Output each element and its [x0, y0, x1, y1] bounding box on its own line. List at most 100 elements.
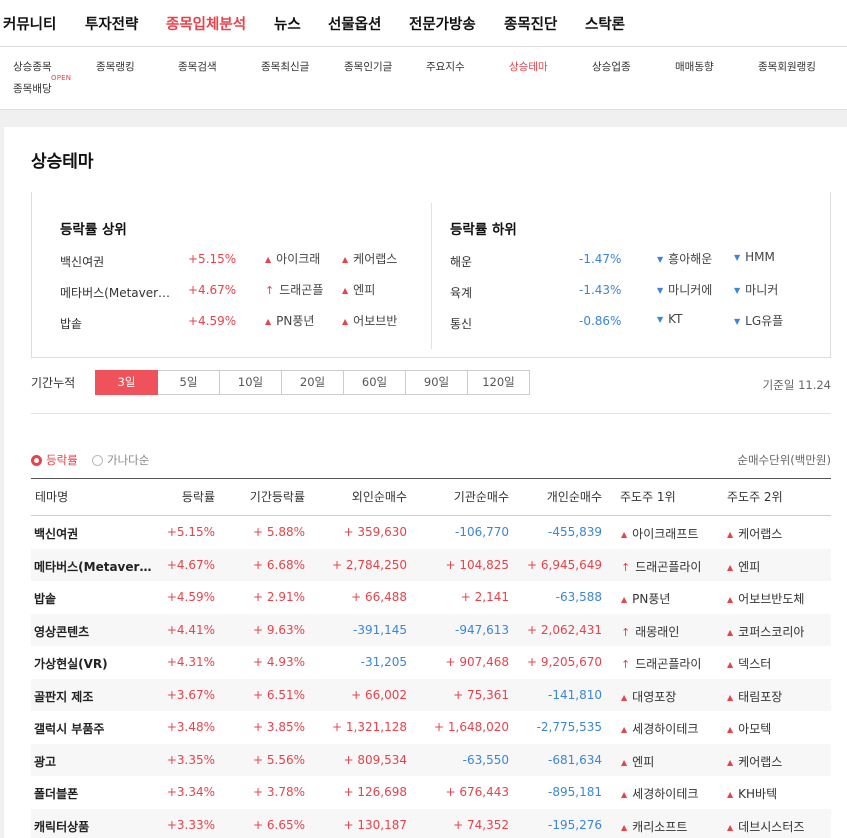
table-row[interactable]: 영상콘텐츠 +4.41% + 9.63% -391,145 -947,613 + 2,06… — [31, 613, 831, 646]
top-nav-strategy[interactable]: 투자전략 — [85, 13, 138, 34]
col-theme-name[interactable]: 테마명 — [35, 488, 68, 505]
sort-by-rate-radio[interactable]: 등락률 — [31, 452, 78, 468]
col-lead-2[interactable]: 주도주 2위 — [727, 488, 783, 505]
lead-stock-2[interactable]: ▲ KH바텍 — [727, 785, 777, 802]
period-20d-button[interactable]: 20일 — [281, 370, 344, 395]
sort-by-name-radio[interactable]: 가나다순 — [92, 452, 149, 468]
top-nav-stockloan[interactable]: 스탁론 — [585, 13, 625, 34]
theme-name[interactable]: 가상현실(VR) — [34, 655, 108, 672]
top-theme-stock-2[interactable]: ▲ 엔피 — [342, 281, 375, 298]
top-theme-name[interactable]: 밥솥 — [60, 315, 82, 332]
lead-stock-1[interactable]: ↑ 드래곤플라이 — [621, 655, 701, 672]
lead-stock-1[interactable]: ▲ 대영포장 — [621, 688, 676, 705]
lead-stock-1[interactable]: ▲ 세경하이테크 — [621, 720, 698, 737]
bottom-theme-stock-2[interactable]: ▼ LG유플 — [734, 312, 783, 329]
top-nav-stock-analysis[interactable]: 종목입체분석 — [166, 13, 246, 34]
theme-name[interactable]: 골판지 제조 — [34, 688, 93, 705]
period-90d-button[interactable]: 90일 — [405, 370, 468, 395]
bottom-theme-stock-1[interactable]: ▼ 흥아해운 — [657, 250, 712, 267]
theme-name[interactable]: 밥솥 — [34, 590, 56, 607]
theme-name[interactable]: 메타버스(Metaver… — [34, 558, 151, 575]
section-divider — [31, 413, 831, 414]
lead-stock-1[interactable]: ▲ 캐리소프트 — [621, 818, 687, 835]
lead-stock-1[interactable]: ▲ PN풍년 — [621, 590, 670, 607]
col-lead-1[interactable]: 주도주 1위 — [620, 488, 676, 505]
sub-nav-latest-posts[interactable]: 종목최신글 — [261, 59, 309, 74]
lead-stock-2[interactable]: ▲ 케어랩스 — [727, 753, 782, 770]
lead-stock-1[interactable]: ↑ 드래곤플라이 — [621, 558, 701, 575]
table-row[interactable]: 가상현실(VR) +4.31% + 4.93% -31,205 + 907,468 + 9… — [31, 646, 831, 678]
theme-name[interactable]: 캐릭터상품 — [34, 818, 89, 835]
top-theme-name[interactable]: 백신여권 — [60, 253, 104, 270]
sub-nav-rising-themes[interactable]: 상승테마 — [509, 59, 548, 74]
lead-stock-2[interactable]: ▲ 태림포장 — [727, 688, 782, 705]
sub-nav-search[interactable]: 종목검색 — [178, 59, 217, 74]
theme-name[interactable]: 갤럭시 부품주 — [34, 720, 104, 737]
top-nav-futures[interactable]: 선물옵션 — [328, 13, 381, 34]
period-60d-button[interactable]: 60일 — [343, 370, 406, 395]
top-nav: 커뮤니티 투자전략 종목입체분석 뉴스 선물옵션 전문가방송 종목진단 스탁론 — [0, 0, 847, 47]
lead-stock-1[interactable]: ▲ 엔피 — [621, 753, 654, 770]
top-theme-stock-1[interactable]: ▲ 아이크래 — [265, 250, 320, 267]
individual-net-cell: -455,839 — [548, 525, 602, 539]
sub-nav-trading-trends[interactable]: 매매동향 — [675, 59, 714, 74]
lead-stock-2[interactable]: ▲ 아모텍 — [727, 720, 771, 737]
lead-stock-1[interactable]: ▲ 세경하이테크 — [621, 785, 698, 802]
table-row[interactable]: 갤럭시 부품주 +3.48% + 3.85% + 1,321,128 + 1,648,0… — [31, 711, 831, 743]
lead-stock-1[interactable]: ↑ 래몽래인 — [621, 623, 679, 640]
table-row[interactable]: 골판지 제조 +3.67% + 6.51% + 66,002 + 75,361 -141,… — [31, 678, 831, 711]
col-foreign[interactable]: 외인순매수 — [335, 488, 407, 505]
lead-stock-1[interactable]: ▲ 아이크래프트 — [621, 525, 698, 542]
sub-nav-dividends[interactable]: 종목배당 — [13, 81, 52, 96]
col-period-rate[interactable]: 기간등락률 — [243, 488, 305, 505]
col-institution[interactable]: 기관순매수 — [437, 488, 509, 505]
theme-name[interactable]: 광고 — [34, 753, 56, 770]
theme-name[interactable]: 폴더블폰 — [34, 785, 78, 802]
top-nav-news[interactable]: 뉴스 — [274, 13, 301, 34]
top-theme-stock-1[interactable]: ↑ 드래곤플 — [265, 281, 323, 298]
period-3d-button[interactable]: 3일 — [95, 370, 158, 395]
bottom-theme-stock-1[interactable]: ▼ 마니커에 — [657, 281, 712, 298]
table-row[interactable]: 폴더블폰 +3.34% + 3.78% + 126,698 + 676,443 -895,… — [31, 776, 831, 808]
bottom-theme-stock-2[interactable]: ▼ 마니커 — [734, 281, 778, 298]
period-120d-button[interactable]: 120일 — [467, 370, 530, 395]
top-theme-stock-1[interactable]: ▲ PN풍년 — [265, 312, 314, 329]
table-row[interactable]: 백신여권 +5.15% + 5.88% + 359,630 -106,770 -455,8… — [31, 516, 831, 548]
top-theme-stock-2[interactable]: ▲ 케어랩스 — [342, 250, 397, 267]
lead-stock-2[interactable]: ▲ 엔피 — [727, 558, 760, 575]
period-10d-button[interactable]: 10일 — [219, 370, 282, 395]
top-theme-name[interactable]: 메타버스(Metaver… — [60, 284, 170, 301]
bottom-theme-stock-2[interactable]: ▼ HMM — [734, 250, 775, 264]
table-row[interactable]: 밥솥 +4.59% + 2.91% + 66,488 + 2,141 -63,588 ▲ PN… — [31, 581, 831, 613]
sub-nav-indices[interactable]: 주요지수 — [426, 59, 465, 74]
individual-net-cell: + 6,945,649 — [527, 557, 602, 572]
lead-stock-2[interactable]: ▲ 덱스터 — [727, 655, 771, 672]
col-individual[interactable]: 개인순매수 — [530, 488, 602, 505]
period-5d-button[interactable]: 5일 — [157, 370, 220, 395]
lead-stock-2[interactable]: ▲ 어보브반도체 — [727, 590, 804, 607]
top-nav-broadcast[interactable]: 전문가방송 — [409, 13, 476, 34]
lead-stock-2[interactable]: ▲ 데브시스터즈 — [727, 818, 804, 835]
top-theme-stock-2[interactable]: ▲ 어보브반 — [342, 312, 397, 329]
sub-nav-rising-stocks[interactable]: 상승종목 — [13, 59, 52, 74]
col-rate[interactable]: 등락률 — [175, 488, 215, 505]
bottom-theme-name[interactable]: 육계 — [450, 284, 472, 301]
theme-name[interactable]: 영상콘텐츠 — [34, 623, 89, 640]
lead-stock-2[interactable]: ▲ 케어랩스 — [727, 525, 782, 542]
table-row[interactable]: 광고 +3.35% + 5.56% + 809,534 -63,550 -681,634 ▲… — [31, 743, 831, 776]
lead-stock-2[interactable]: ▲ 코퍼스코리아 — [727, 623, 804, 640]
top-nav-diagnosis[interactable]: 종목진단 — [504, 13, 557, 34]
sub-nav-ranking[interactable]: 종목랭킹 — [96, 59, 135, 74]
sub-nav-rising-sectors[interactable]: 상승업종 — [592, 59, 631, 74]
rate-cell: +3.34% — [166, 785, 215, 799]
bottom-theme-name[interactable]: 통신 — [450, 315, 472, 332]
table-row[interactable]: 캐릭터상품 +3.33% + 6.65% + 130,187 + 74,352 -195,… — [31, 808, 831, 838]
bottom-theme-stock-1[interactable]: ▼ KT — [657, 312, 682, 326]
theme-name[interactable]: 백신여권 — [34, 525, 78, 542]
top-nav-community[interactable]: 커뮤니티 — [3, 13, 56, 34]
sub-nav-popular-posts[interactable]: 종목인기글 — [344, 59, 392, 74]
bottom-theme-name[interactable]: 해운 — [450, 253, 472, 270]
sub-nav-member-ranking[interactable]: 종목회원랭킹 — [758, 59, 816, 74]
table-row[interactable]: 메타버스(Metaver… +4.67% + 6.68% + 2,784,250 + 1… — [31, 548, 831, 581]
up-triangle-icon: ▲ — [621, 757, 628, 767]
